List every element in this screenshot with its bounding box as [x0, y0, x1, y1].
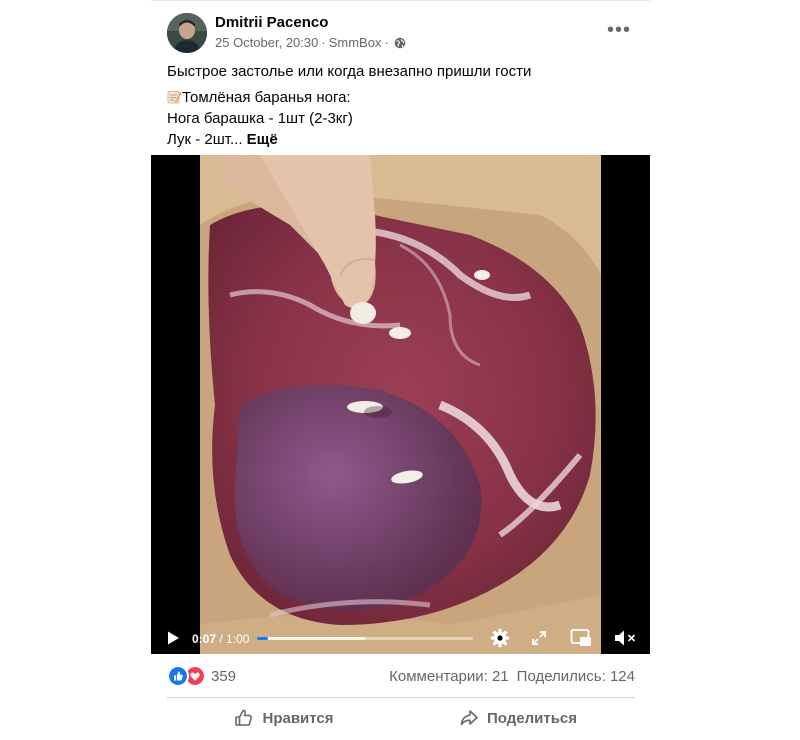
settings-gear-icon[interactable] [490, 628, 510, 648]
progress-buffered [257, 637, 365, 640]
avatar[interactable] [167, 13, 207, 53]
like-button[interactable]: Нравится [167, 700, 401, 736]
more-icon: ••• [606, 18, 631, 41]
post-text-line-4-label: Лук - 2шт... [167, 131, 243, 148]
post-text-line-2-label: Томлёная баранья нога: [182, 89, 351, 106]
share-button[interactable]: Поделиться [401, 700, 635, 736]
thumbs-up-icon [235, 709, 253, 726]
meta-separator: · [321, 35, 326, 50]
reactions[interactable]: 359 [167, 665, 236, 687]
like-reaction-icon [167, 665, 189, 687]
post-meta: 25 October, 20:30 · SmmBox · [215, 35, 406, 50]
post-text: Быстрое застолье или когда внезапно приш… [167, 61, 637, 150]
meta-separator-2: · [384, 35, 389, 50]
video-time: 0:07 / 1:00 [192, 632, 249, 646]
stats-right: Комментарии: 21 Поделились: 124 [389, 668, 635, 685]
post-source: SmmBox [328, 35, 382, 50]
globe-icon [394, 37, 406, 48]
memo-emoji-icon [167, 91, 181, 104]
post-text-line-3: Нога барашка - 1шт (2-3кг) [167, 110, 353, 127]
post-text-line-4: Лук - 2шт... Ещё [167, 129, 637, 150]
like-button-label: Нравится [262, 709, 334, 727]
reactions-count: 359 [211, 667, 237, 685]
more-options-button[interactable]: ••• [603, 18, 635, 42]
video-duration: 1:00 [226, 632, 250, 646]
post-text-line-1: Быстрое застолье или когда внезапно приш… [167, 63, 532, 80]
post-text-line-2: Томлёная баранья нога: [167, 87, 637, 108]
see-more-link[interactable]: Ещё [247, 131, 278, 148]
progress-bar[interactable] [257, 637, 473, 640]
video-player[interactable]: 0:07 / 1:00 [151, 155, 650, 654]
share-arrow-icon [460, 710, 478, 726]
actions-divider [167, 697, 635, 698]
current-time: 0:07 [192, 632, 217, 646]
play-icon[interactable] [165, 630, 181, 646]
video-frame [200, 155, 601, 654]
volume-muted-icon[interactable] [613, 628, 637, 648]
author-name[interactable]: Dmitrii Pacenco [215, 14, 328, 31]
post-stats: 359 Комментарии: 21 Поделились: 124 [167, 664, 635, 688]
time-separator: / [216, 632, 227, 646]
shares-count-link[interactable]: Поделились: 124 [517, 668, 635, 685]
card-border [151, 0, 650, 1]
post-card: Dmitrii Pacenco 25 October, 20:30 · SmmB… [151, 0, 650, 740]
video-thumbnail-image [200, 155, 601, 654]
progress-played [257, 637, 268, 640]
post-date[interactable]: 25 October, 20:30 [215, 35, 318, 50]
picture-in-picture-icon[interactable] [570, 628, 592, 648]
comments-count-link[interactable]: Комментарии: 21 [389, 668, 509, 685]
post-actions: Нравится Поделиться [167, 700, 635, 736]
video-controls: 0:07 / 1:00 [151, 621, 650, 654]
fullscreen-icon[interactable] [530, 629, 548, 647]
share-button-label: Поделиться [486, 709, 578, 727]
